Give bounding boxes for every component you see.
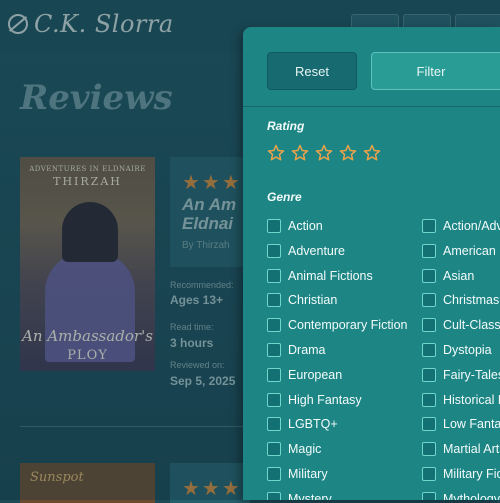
genre-option[interactable]: Christian [267, 293, 338, 308]
genre-label: Dystopia [443, 343, 492, 357]
genre-option[interactable]: Dystopia [422, 343, 492, 357]
genre-option[interactable]: Historical Fiction [422, 392, 500, 407]
genre-label: Drama [288, 343, 326, 357]
genre-label: Christian [288, 293, 338, 308]
genre-label: Mythology [443, 491, 500, 500]
rating-star-1-icon[interactable] [267, 144, 285, 162]
genre-label: High Fantasy [288, 392, 362, 407]
genre-label: Cult-Classic [443, 318, 500, 333]
genre-option[interactable]: Mythology [422, 491, 500, 500]
genre-label: Military [288, 467, 328, 481]
genre-checkbox[interactable] [422, 442, 436, 457]
genre-label: Adventure [288, 243, 345, 258]
genre-option[interactable]: Fairy-Tales [422, 367, 500, 382]
genre-checkbox[interactable] [422, 367, 436, 382]
genre-option[interactable]: Military [267, 467, 328, 481]
genre-option[interactable]: Military Fiction [422, 467, 500, 481]
filter-button[interactable]: Filter [371, 52, 500, 90]
genre-label: American [443, 243, 496, 258]
genre-option[interactable]: Christmas [422, 293, 500, 308]
genre-option[interactable]: Asian [422, 268, 475, 283]
genre-option[interactable]: Contemporary Fiction [267, 318, 408, 333]
genre-label: Asian [443, 268, 475, 283]
filter-panel: Reset Filter Rating Genre Action Adventur… [243, 27, 500, 500]
genre-checkbox[interactable] [422, 467, 436, 481]
genre-checkbox[interactable] [422, 343, 436, 357]
genre-label: Martial Arts [443, 442, 500, 457]
genre-checkbox[interactable] [267, 268, 281, 283]
genre-option[interactable]: European [267, 367, 343, 382]
genre-option[interactable]: Magic [267, 442, 322, 457]
genre-checkbox[interactable] [267, 293, 281, 308]
genre-checkbox[interactable] [422, 392, 436, 407]
genre-checkbox[interactable] [422, 491, 436, 500]
genre-checkbox[interactable] [267, 318, 281, 333]
genre-option[interactable]: Martial Arts [422, 442, 500, 457]
rating-star-4-icon[interactable] [339, 144, 357, 162]
genre-checkbox[interactable] [422, 219, 436, 233]
genre-label: LGBTQ+ [288, 417, 338, 432]
genre-label: Military Fiction [443, 467, 500, 481]
genre-label: Low Fantasy [443, 417, 500, 432]
genre-option[interactable]: American [422, 243, 496, 258]
genre-label: European [288, 367, 343, 382]
genre-label: Christmas [443, 293, 500, 308]
panel-divider [243, 106, 500, 107]
genre-option[interactable]: Action/Adventure [422, 219, 500, 233]
genre-option[interactable]: Action [267, 219, 323, 233]
rating-star-5-icon[interactable] [363, 144, 381, 162]
genre-checkbox[interactable] [267, 243, 281, 258]
genre-checkbox[interactable] [267, 392, 281, 407]
genre-checkbox[interactable] [422, 293, 436, 308]
genre-option[interactable]: Cult-Classic [422, 318, 500, 333]
genre-checkbox[interactable] [422, 417, 436, 432]
rating-star-3-icon[interactable] [315, 144, 333, 162]
genre-checkbox[interactable] [422, 318, 436, 333]
genre-label: Contemporary Fiction [288, 318, 408, 333]
genre-checkbox[interactable] [422, 243, 436, 258]
genre-label: Mystery [288, 491, 332, 500]
genre-option[interactable]: LGBTQ+ [267, 417, 338, 432]
genre-checkbox[interactable] [267, 417, 281, 432]
genre-option[interactable]: Mystery [267, 491, 332, 500]
genre-label: Action [288, 219, 323, 233]
rating-star-2-icon[interactable] [291, 144, 309, 162]
genre-label: Animal Fictions [288, 268, 373, 283]
genre-option[interactable]: Adventure [267, 243, 345, 258]
genre-option[interactable]: Drama [267, 343, 326, 357]
genre-heading: Genre [267, 190, 302, 204]
genre-label: Fairy-Tales [443, 367, 500, 382]
genre-checkbox[interactable] [267, 491, 281, 500]
reset-button[interactable]: Reset [267, 52, 357, 90]
genre-checkbox[interactable] [267, 467, 281, 481]
genre-checkbox[interactable] [267, 343, 281, 357]
rating-heading: Rating [267, 119, 305, 133]
genre-checkbox[interactable] [267, 367, 281, 382]
genre-checkbox[interactable] [422, 268, 436, 283]
genre-checkbox[interactable] [267, 442, 281, 457]
rating-stars [267, 144, 381, 162]
genre-label: Action/Adventure [443, 219, 500, 233]
genre-option[interactable]: High Fantasy [267, 392, 362, 407]
genre-checkbox[interactable] [267, 219, 281, 233]
genre-label: Magic [288, 442, 322, 457]
genre-option[interactable]: Low Fantasy [422, 417, 500, 432]
genre-label: Historical Fiction [443, 392, 500, 407]
genre-option[interactable]: Animal Fictions [267, 268, 373, 283]
